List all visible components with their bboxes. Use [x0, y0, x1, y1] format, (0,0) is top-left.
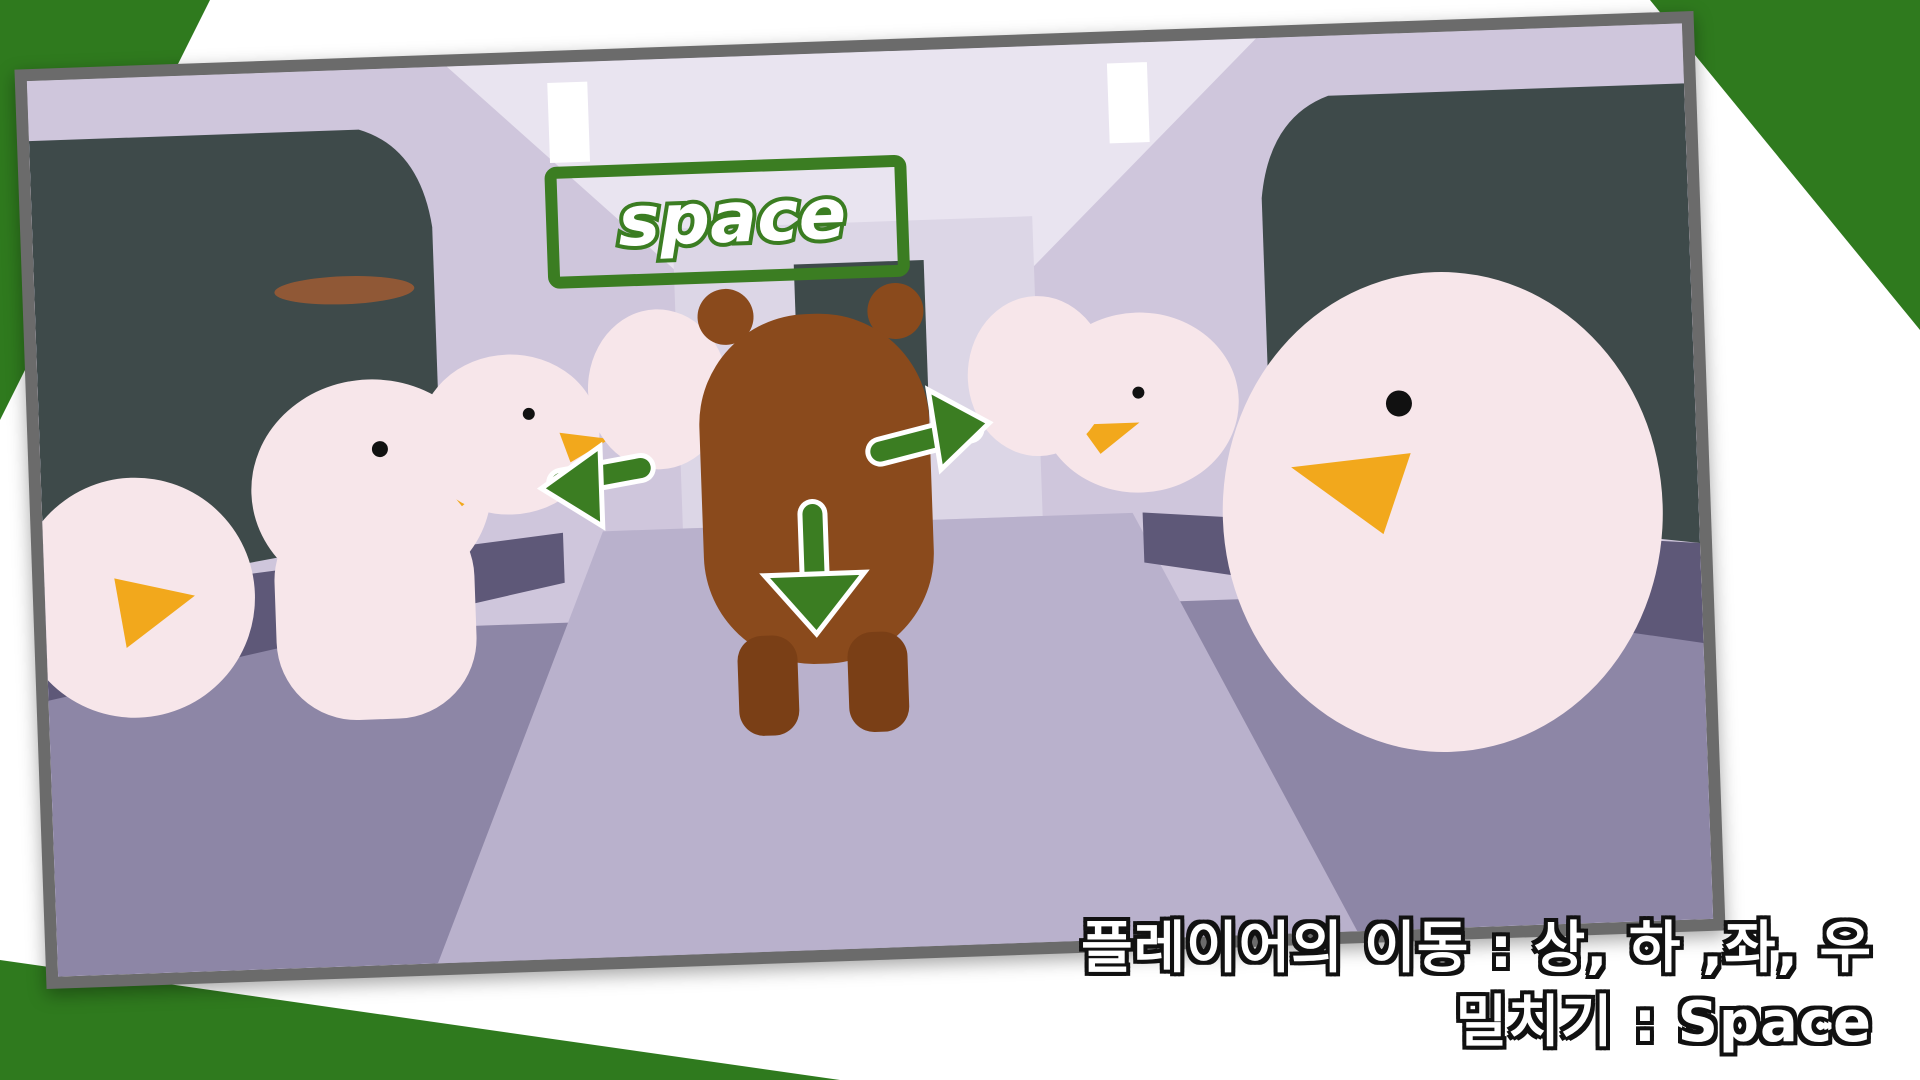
controls-caption: 플레이어의 이동 : 상, 하 ,좌, 우 밀치기 : Space	[1081, 912, 1872, 1060]
push-controls-text: 밀치기 : Space	[1455, 990, 1872, 1055]
game-screenshot: space	[14, 10, 1726, 990]
movement-controls-text: 플레이어의 이동 : 상, 하 ,좌, 우	[1081, 916, 1872, 981]
space-label: space	[617, 173, 848, 263]
subway-scene: space	[26, 23, 1714, 977]
